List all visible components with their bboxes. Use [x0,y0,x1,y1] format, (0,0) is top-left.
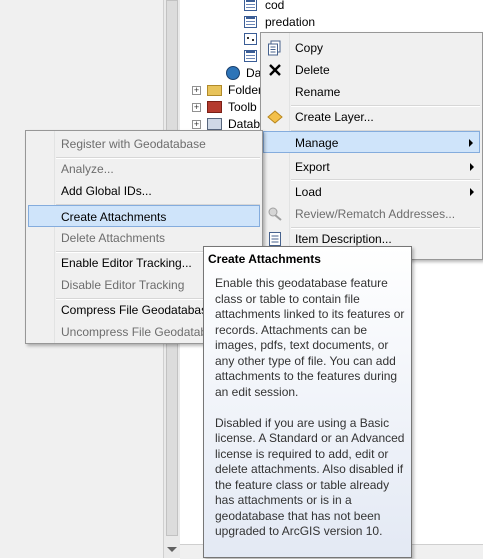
tree-item-label: cod [265,0,285,12]
tree-item-label: predation [265,15,316,29]
menu-item-rename[interactable]: Rename [263,81,480,103]
point-feature-class-icon [244,33,257,45]
menu-item-delete[interactable]: Delete [263,59,480,81]
toolbox-icon [207,101,222,113]
tree-item-label: Folder [228,83,263,97]
menu-item-label: Rename [295,85,341,99]
expand-plus-icon[interactable]: + [192,120,201,129]
menu-item-label: Delete [295,63,330,77]
menu-item-label: Manage [295,136,339,150]
menu-item-review-rematch[interactable]: Review/Rematch Addresses... [263,203,480,225]
create-attachments-tooltip: Create Attachments Enable this geodataba… [203,246,412,558]
menu-item-label: Export [295,160,330,174]
tree-item-label: Toolb [228,100,257,114]
menu-item-create-layer[interactable]: Create Layer... [263,106,480,128]
menu-item-manage[interactable]: Manage [263,131,480,153]
layer-icon [267,109,283,125]
menu-item-label: Enable Editor Tracking... [61,256,192,270]
scroll-down-arrow-icon[interactable] [167,547,177,552]
menu-item-label: Register with Geodatabase [61,137,206,151]
menu-item-register-with-geodatabase[interactable]: Register with Geodatabase [28,133,260,155]
submenu-arrow-icon [470,163,474,171]
feature-class-icon [244,50,257,62]
review-icon [267,206,283,222]
delete-x-icon [267,62,283,78]
context-menu: Copy Delete Rename Create Layer... Manag… [260,32,483,260]
tooltip-body: Enable this geodatabase feature class or… [215,276,405,538]
menu-item-copy[interactable]: Copy [263,37,480,59]
menu-item-label: Create Layer... [295,110,374,124]
menu-item-load[interactable]: Load [263,181,480,203]
expand-plus-icon[interactable]: + [192,103,201,112]
submenu-arrow-icon [469,139,473,147]
item-description-icon [267,231,283,247]
globe-database-icon [226,66,240,80]
feature-class-icon [244,0,257,11]
menu-item-label: Delete Attachments [61,231,166,245]
database-icon [207,118,222,130]
folder-icon [207,85,222,96]
menu-item-label: Uncompress File Geodatabase [61,325,227,339]
menu-item-analyze[interactable]: Analyze... [28,158,260,180]
menu-item-label: Compress File Geodatabase [61,303,214,317]
submenu-arrow-icon [470,188,474,196]
menu-item-label: Review/Rematch Addresses... [295,207,456,221]
menu-item-export[interactable]: Export [263,156,480,178]
menu-item-label: Add Global IDs... [61,184,152,198]
tooltip-title: Create Attachments [208,252,321,266]
menu-item-label: Disable Editor Tracking [61,278,185,292]
copy-icon [267,40,283,56]
menu-item-create-attachments[interactable]: Create Attachments [28,205,260,227]
menu-item-add-global-ids[interactable]: Add Global IDs... [28,180,260,202]
menu-item-label: Analyze... [61,162,114,176]
feature-class-icon [244,16,257,28]
expand-plus-icon[interactable]: + [192,86,201,95]
menu-item-label: Load [295,185,322,199]
menu-item-label: Create Attachments [61,210,167,224]
menu-item-label: Copy [295,41,324,55]
